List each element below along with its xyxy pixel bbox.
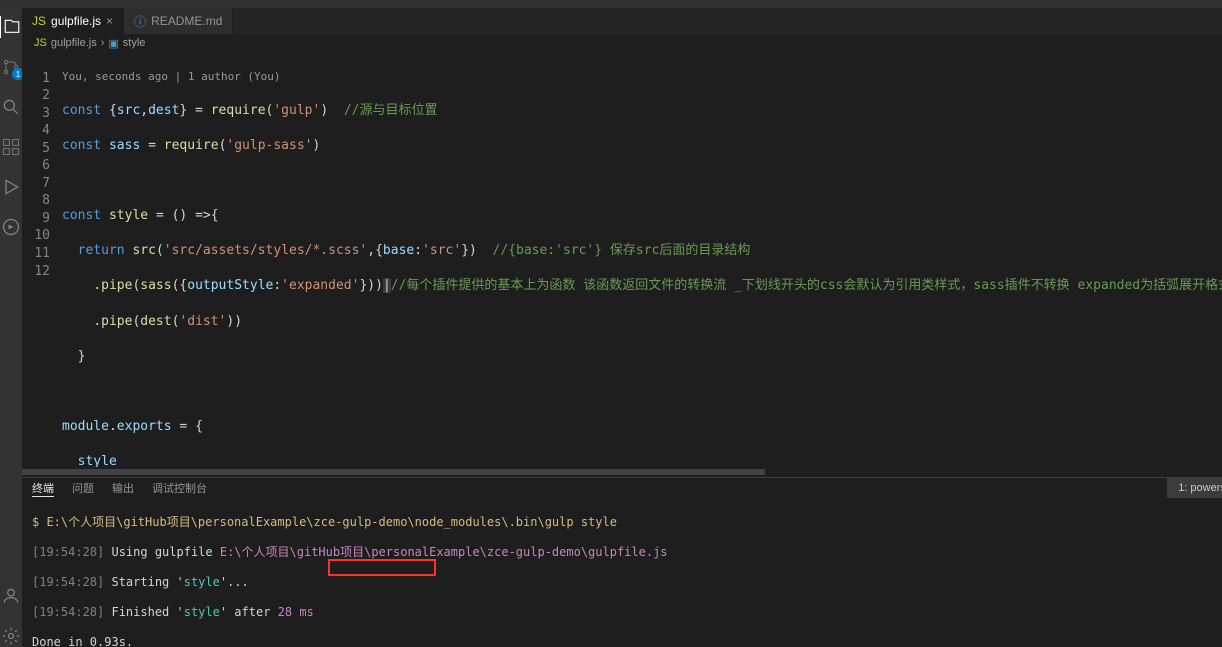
panel-tab-terminal[interactable]: 终端 (32, 480, 54, 497)
extensions-icon[interactable] (0, 136, 22, 158)
code-editor[interactable]: 123456789101112 You, seconds ago | 1 aut… (22, 52, 1222, 467)
settings-icon[interactable] (0, 625, 22, 647)
tab-readme[interactable]: ⓘ README.md (124, 8, 233, 34)
code-lines[interactable]: You, seconds ago | 1 author (You) const … (62, 52, 1222, 467)
remote-icon[interactable] (0, 216, 22, 238)
activity-bar (0, 8, 22, 647)
account-icon[interactable] (0, 585, 22, 607)
info-icon: ⓘ (134, 13, 146, 30)
tab-bar: JS gulpfile.js × ⓘ README.md ⇌ ↶ ◫ ⋯ (22, 8, 1222, 34)
terminal-body[interactable]: $ E:\个人项目\gitHub项目\personalExample\zce-g… (22, 498, 1222, 647)
panel-tab-problems[interactable]: 问题 (72, 480, 94, 496)
panel-tab-debugconsole[interactable]: 调试控制台 (152, 480, 207, 496)
source-control-icon[interactable] (0, 56, 22, 78)
run-icon[interactable] (0, 176, 22, 198)
js-icon: JS (32, 14, 46, 28)
editor-area: JS gulpfile.js × ⓘ README.md ⇌ ↶ ◫ ⋯ JS … (22, 8, 1222, 647)
breadcrumb[interactable]: JS gulpfile.js › ▣ style (22, 34, 1222, 52)
panel-tab-output[interactable]: 输出 (112, 480, 134, 496)
codelens[interactable]: You, seconds ago | 1 author (You) (62, 70, 1222, 85)
tab-gulpfile[interactable]: JS gulpfile.js × (22, 8, 124, 34)
terminal-shell-select[interactable]: 1: powershell (1167, 478, 1222, 498)
horizontal-scrollbar[interactable] (22, 467, 1222, 477)
cube-icon: ▣ (108, 37, 118, 50)
panel: 终端 问题 输出 调试控制台 1: powershell ＋ ◫ 🗑 ^ × $… (22, 477, 1222, 647)
search-icon[interactable] (0, 96, 22, 118)
close-icon[interactable]: × (106, 14, 113, 28)
line-gutter: 123456789101112 (22, 52, 62, 467)
titlebar (0, 0, 1222, 8)
explorer-icon[interactable] (0, 16, 21, 38)
js-icon: JS (34, 37, 47, 49)
